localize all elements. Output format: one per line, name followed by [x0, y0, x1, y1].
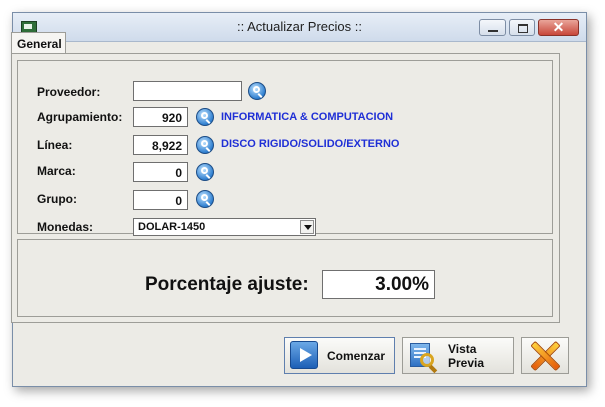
search-icon — [201, 167, 208, 174]
proveedor-input[interactable] — [133, 81, 242, 101]
close-window-button[interactable]: ✕ — [538, 19, 579, 36]
tab-general-label: General — [17, 37, 62, 51]
search-icon — [201, 194, 208, 201]
marca-search-button[interactable] — [196, 163, 214, 181]
marca-label: Marca: — [37, 164, 76, 178]
monedas-selected-value: DOLAR-1450 — [138, 221, 206, 233]
grupo-label: Grupo: — [37, 192, 77, 206]
search-icon — [201, 140, 208, 147]
search-icon — [201, 112, 208, 119]
cancel-button[interactable] — [521, 337, 569, 374]
title-bar[interactable]: :: Actualizar Precios :: ✕ — [13, 13, 586, 42]
agrupamiento-search-button[interactable] — [196, 108, 214, 126]
previa-label: Previa — [448, 356, 485, 370]
linea-input[interactable]: 8,922 — [133, 135, 188, 155]
search-icon — [253, 86, 260, 93]
monedas-label: Monedas: — [37, 220, 94, 234]
grupo-search-button[interactable] — [196, 190, 214, 208]
agrupamiento-label: Agrupamiento: — [37, 110, 123, 124]
minimize-button[interactable] — [479, 19, 506, 36]
close-icon: ✕ — [552, 19, 565, 35]
maximize-button[interactable] — [509, 19, 535, 36]
grupo-input[interactable]: 0 — [133, 190, 188, 210]
marca-input[interactable]: 0 — [133, 162, 188, 182]
agrupamiento-input[interactable]: 920 — [133, 107, 188, 127]
agrupamiento-description: INFORMATICA & COMPUTACION — [221, 111, 394, 123]
proveedor-search-button[interactable] — [248, 82, 266, 100]
linea-description: DISCO RIGIDO/SOLIDO/EXTERNO — [221, 138, 400, 150]
play-icon — [290, 341, 318, 369]
vista-previa-button[interactable]: Vista Previa — [402, 337, 514, 374]
linea-label: Línea: — [37, 138, 73, 152]
chevron-down-icon[interactable] — [300, 220, 314, 234]
comenzar-button[interactable]: Comenzar — [284, 337, 395, 374]
comenzar-label: Comenzar — [327, 349, 386, 363]
cancel-x-icon — [529, 340, 561, 372]
preview-magnifier-icon — [407, 341, 438, 374]
vista-label: Vista — [448, 342, 477, 356]
linea-search-button[interactable] — [196, 136, 214, 154]
porcentaje-ajuste-label: Porcentaje ajuste: — [145, 274, 309, 295]
maximize-icon — [518, 24, 528, 33]
monedas-select[interactable]: DOLAR-1450 — [133, 218, 316, 236]
tab-general[interactable]: General — [11, 32, 66, 54]
minimize-icon — [488, 30, 498, 32]
porcentaje-ajuste-input[interactable]: 3.00% — [322, 270, 435, 299]
proveedor-label: Proveedor: — [37, 85, 101, 99]
